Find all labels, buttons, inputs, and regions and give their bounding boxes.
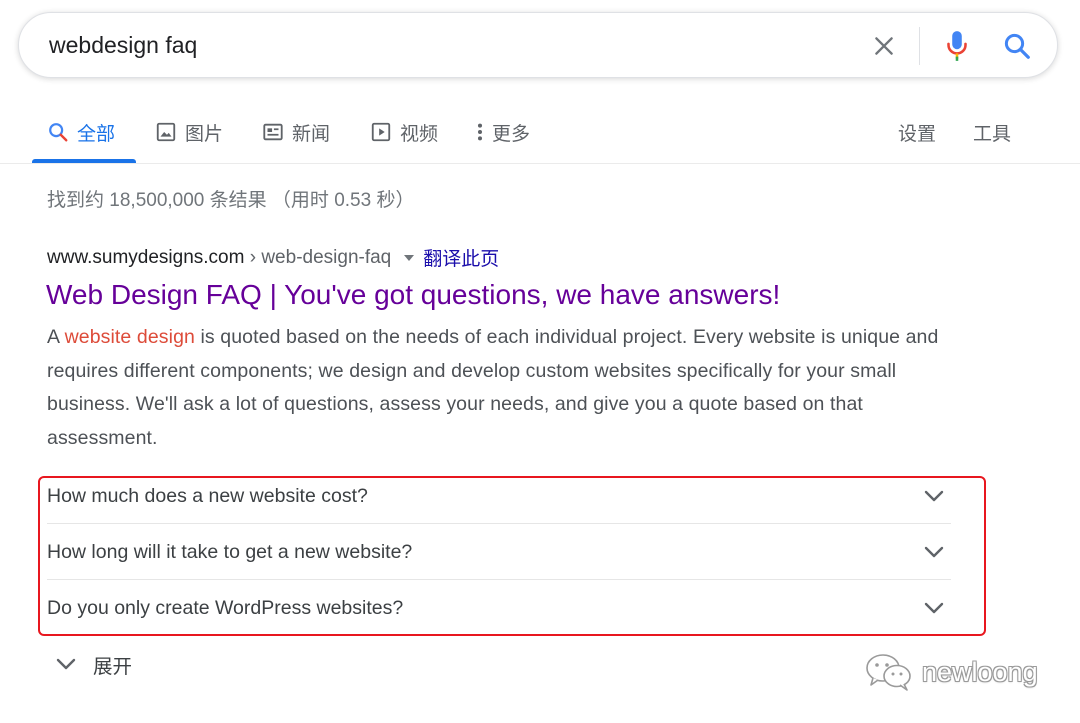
tab-label: 图片 [185,123,224,145]
settings-label: 设置 [898,123,937,145]
active-tab-indicator [32,159,136,163]
search-tabs: 全部 图片 新闻 视频 更多 设置 工具 [0,100,1080,164]
tab-videos[interactable]: 视频 [370,117,438,147]
expand-button[interactable]: 展开 [55,648,132,680]
result-options-button[interactable] [403,254,415,262]
chevron-down-icon [55,657,77,671]
image-icon [155,121,177,143]
wechat-icon [866,654,911,691]
tab-all[interactable]: 全部 [47,117,115,147]
search-bar [18,12,1058,78]
search-bar-divider [919,27,920,65]
settings-link[interactable]: 设置 [898,117,936,147]
tab-news[interactable]: 新闻 [262,117,330,147]
clear-search-button[interactable] [867,29,901,63]
tools-label: 工具 [973,123,1012,145]
tools-link[interactable]: 工具 [973,117,1011,147]
search-icon [47,121,69,143]
watermark: newloong [864,650,1038,694]
expand-label: 展开 [93,655,133,678]
result-title-link[interactable]: Web Design FAQ | You've got questions, w… [46,279,780,311]
search-input[interactable] [49,27,829,63]
tab-label: 更多 [492,123,531,145]
result-breadcrumb: www.sumydesigns.com › web-design-faq 翻译此… [47,244,499,271]
tab-images[interactable]: 图片 [155,117,223,147]
more-vert-icon [474,121,486,143]
mic-icon [947,31,967,61]
faq-highlight-box [38,476,986,636]
result-snippet: A website design is quoted based on the … [47,321,947,455]
search-icon [1004,33,1030,59]
translate-link[interactable]: 翻译此页 [423,244,499,271]
result-site[interactable]: www.sumydesigns.com [47,247,244,269]
close-icon [875,37,893,55]
caret-down-icon [404,254,415,261]
video-icon [370,121,392,143]
result-path: › web-design-faq [249,246,392,268]
snippet-highlight: website design [64,326,195,348]
search-button[interactable] [997,27,1037,65]
news-icon [262,121,284,143]
tab-more[interactable]: 更多 [474,117,530,147]
voice-search-button[interactable] [939,27,975,65]
snippet-prefix: A [47,326,65,348]
tab-label: 全部 [77,123,116,145]
tab-label: 视频 [400,123,439,145]
watermark-text: newloong [922,656,1038,687]
result-stats: 找到约 18,500,000 条结果 （用时 0.53 秒） [47,190,415,211]
tab-label: 新闻 [292,123,331,145]
